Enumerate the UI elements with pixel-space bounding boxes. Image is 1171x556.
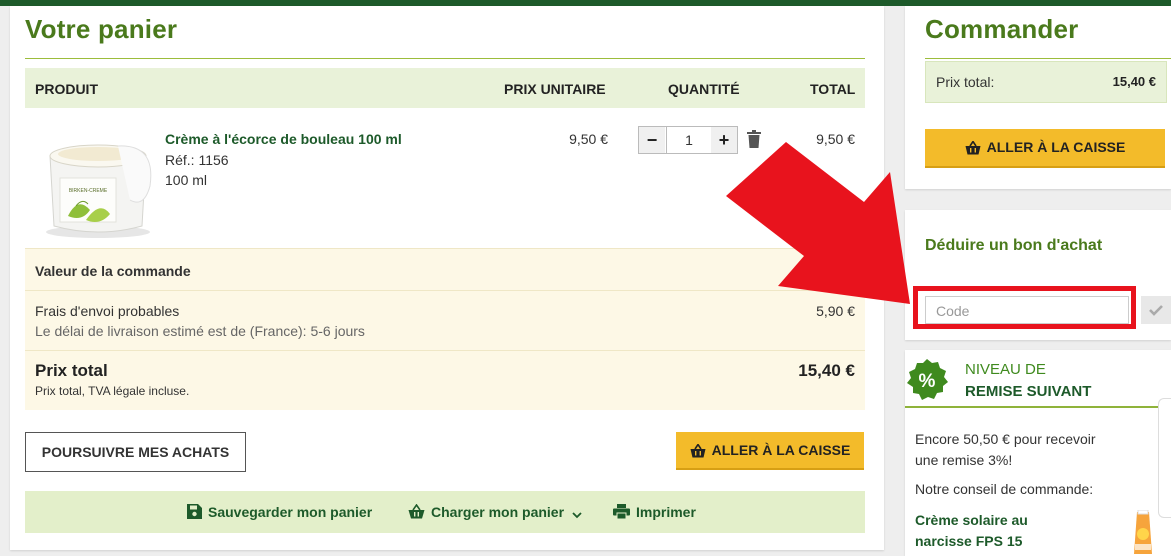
decrease-quantity-button[interactable]: − [639, 127, 665, 153]
basket-icon [965, 141, 981, 155]
basket-icon [408, 503, 425, 519]
percent-symbol: % [919, 371, 936, 392]
load-cart-link[interactable]: Charger mon panier [408, 503, 582, 520]
title-divider [25, 58, 865, 59]
discount-divider [905, 406, 1171, 408]
voucher-title: Déduire un bon d'achat [925, 237, 1103, 254]
shipping-delay: Le délai de livraison estimé est de (Fra… [35, 323, 365, 339]
order-total-label: Prix total: [936, 74, 995, 90]
header-unit-price: PRIX UNITAIRE [504, 81, 606, 97]
shipping-label: Frais d'envoi probables [35, 303, 180, 319]
basket-icon [690, 444, 706, 458]
cart-table-header: PRODUIT PRIX UNITAIRE QUANTITÉ TOTAL [25, 68, 865, 108]
order-tip-label: Notre conseil de commande: [915, 481, 1094, 497]
checkmark-icon [1149, 305, 1163, 316]
order-panel: Commander Prix total: 15,40 € ALLER À LA… [905, 6, 1171, 189]
save-cart-link[interactable]: Sauvegarder mon panier [187, 504, 372, 520]
order-title: Commander [925, 14, 1079, 44]
discount-message: Encore 50,50 € pour recevoir une remise … [915, 431, 1096, 468]
chevron-down-icon [572, 512, 582, 519]
checkout-button[interactable]: ALLER À LA CAISSE [676, 432, 864, 470]
discount-title-line1: NIVEAU DE [965, 361, 1046, 378]
red-arrow-annotation [726, 142, 910, 304]
header-total: TOTAL [810, 81, 856, 97]
recommended-product-link[interactable]: Crème solaire au narcisse FPS 15 [915, 510, 1080, 552]
order-checkout-label: ALLER À LA CAISSE [986, 139, 1126, 155]
header-quantity: QUANTITÉ [668, 81, 740, 97]
page-title: Votre panier [25, 14, 178, 44]
total-note: Prix total, TVA légale incluse. [35, 384, 190, 398]
recommended-product-image[interactable] [1128, 510, 1158, 556]
header-product: PRODUIT [35, 81, 98, 97]
load-cart-label: Charger mon panier [431, 504, 565, 520]
order-total-box: Prix total: 15,40 € [925, 61, 1167, 103]
printer-icon [613, 504, 630, 520]
continue-shopping-button[interactable]: POURSUIVRE MES ACHATS [25, 432, 246, 472]
product-reference: Réf.: 1156 [165, 152, 229, 168]
save-icon [187, 504, 202, 519]
title-divider [925, 58, 1171, 59]
discount-title-line2: REMISE SUIVANT [965, 383, 1092, 400]
percent-badge-icon: % [907, 359, 948, 400]
product-size: 100 ml [165, 172, 208, 188]
print-label: Imprimer [636, 504, 696, 520]
summary-divider [25, 350, 865, 351]
order-total-value: 15,40 € [1112, 74, 1156, 89]
apply-voucher-button[interactable] [1141, 296, 1171, 324]
product-unit-price: 9,50 € [569, 131, 608, 147]
cart-actions-bar: Sauvegarder mon panier Charger mon panie… [25, 491, 865, 533]
side-tab[interactable] [1158, 398, 1171, 518]
product-image[interactable]: BIRKEN-CREME [38, 126, 158, 246]
print-link[interactable]: Imprimer [613, 504, 696, 520]
quantity-input[interactable]: 1 [666, 127, 712, 153]
product-name-link[interactable]: Crème à l'écorce de bouleau 100 ml [165, 131, 402, 147]
total-value: 15,40 € [798, 361, 855, 380]
jar-label-text: BIRKEN-CREME [69, 188, 108, 194]
checkout-button-label: ALLER À LA CAISSE [711, 442, 851, 458]
order-value-label: Valeur de la commande [35, 263, 191, 279]
save-cart-label: Sauvegarder mon panier [208, 504, 373, 520]
highlight-box [913, 286, 1136, 329]
total-label: Prix total [35, 361, 108, 380]
order-checkout-button[interactable]: ALLER À LA CAISSE [925, 129, 1165, 168]
